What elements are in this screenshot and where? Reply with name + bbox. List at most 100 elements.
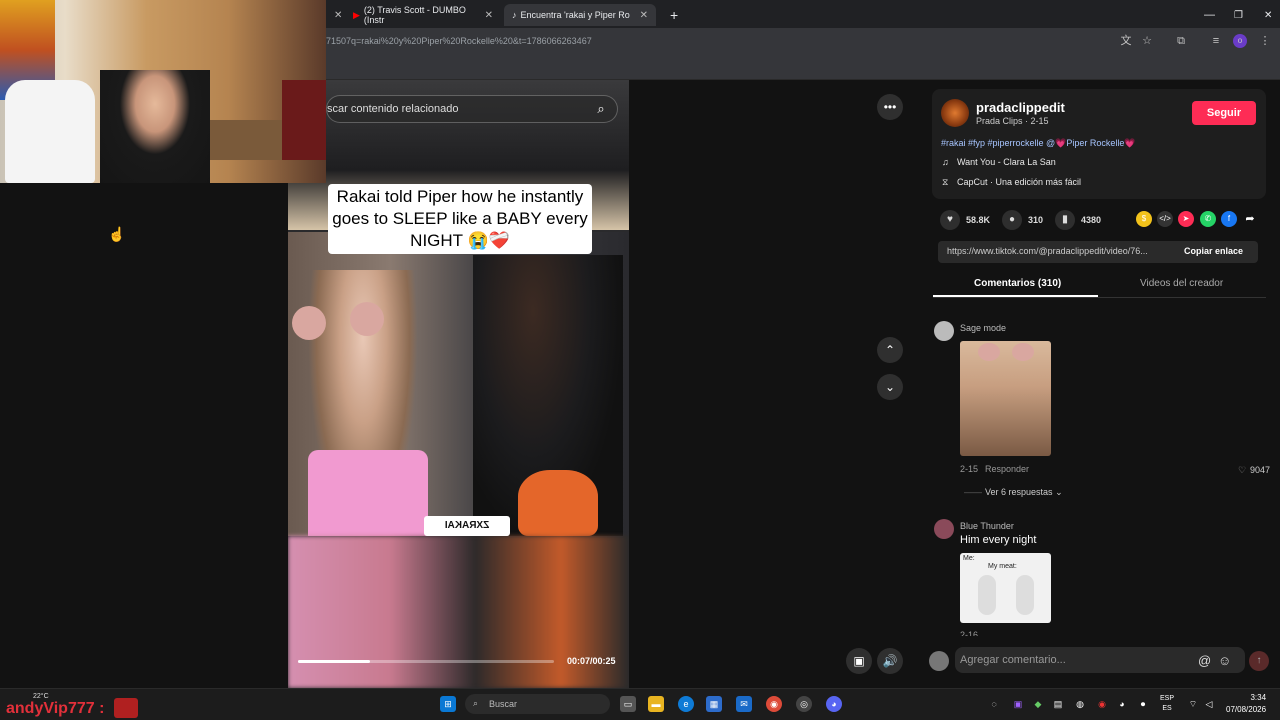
minimize-icon[interactable]: — [1196, 4, 1223, 26]
tab-youtube[interactable]: ▶ (2) Travis Scott - DUMBO (Instr ✕ [345, 4, 501, 26]
ear-decoration [350, 302, 384, 336]
heart-icon[interactable]: ♡ [1238, 465, 1246, 476]
view-replies-button[interactable]: Ver 6 respuestas ⌄ [985, 487, 1063, 498]
send-icon[interactable]: ➤ [1178, 211, 1194, 227]
windows-start-icon[interactable]: ⊞ [440, 696, 456, 712]
url-field[interactable]: 71507q=rakai%20y%20Piper%20Rockelle%20&t… [326, 36, 592, 46]
bookmark-icon: ▮ [1055, 210, 1075, 230]
post-comment-button[interactable]: ↑ [1249, 651, 1269, 671]
language-indicator[interactable]: ESP ES [1160, 694, 1174, 714]
reply-button[interactable]: Responder [985, 464, 1029, 474]
translate-icon[interactable]: 文 [1119, 34, 1133, 48]
avatar[interactable] [934, 519, 954, 539]
view-replies-label: Ver 6 respuestas [985, 487, 1053, 497]
comment-stat[interactable]: ● 310 [1002, 210, 1043, 230]
creator-subtitle: Prada Clips · 2-15 [976, 116, 1049, 126]
comment-username[interactable]: Sage mode [960, 323, 1006, 333]
video-link[interactable]: https://www.tiktok.com/@pradaclippedit/v… [947, 246, 1148, 256]
discord-tray-icon[interactable]: ◕ [1114, 696, 1130, 712]
twitch-icon[interactable]: ▣ [1010, 696, 1026, 712]
webcam-overlay [0, 0, 326, 183]
previous-video-button[interactable]: ⌃ [877, 337, 903, 363]
divider: —— [964, 487, 982, 497]
follow-button[interactable]: Seguir [1192, 101, 1256, 125]
profile-avatar[interactable]: o [1233, 34, 1247, 48]
taskbar-search-label: Buscar [489, 699, 518, 709]
comment-date: 2-15 [960, 464, 979, 474]
media-icon[interactable]: ≡ [1209, 34, 1223, 48]
comment-image[interactable] [960, 341, 1051, 456]
music-icon: ♫ [942, 157, 949, 167]
tray-icon[interactable]: ◍ [1072, 696, 1088, 712]
hand-cursor-icon: ☝ [108, 226, 126, 242]
music-title[interactable]: Want You - Clara La San [957, 157, 1056, 167]
maximize-icon[interactable]: ❐ [1226, 4, 1251, 26]
tray-icon[interactable]: ▤ [1050, 696, 1066, 712]
heart-icon: ♥ [940, 210, 960, 230]
video-watermark: ZXRAKAI [424, 516, 510, 536]
edge-icon[interactable]: e [678, 696, 694, 712]
wifi-icon[interactable]: ⌔ [1185, 696, 1201, 712]
nvidia-icon[interactable]: ◆ [1030, 696, 1046, 712]
emoji-icon[interactable]: ☺ [1218, 653, 1231, 668]
creator-avatar[interactable] [941, 99, 969, 127]
whatsapp-icon[interactable]: ✆ [1200, 211, 1216, 227]
star-icon[interactable]: ☆ [1140, 34, 1154, 48]
comment-icon: ● [1002, 210, 1022, 230]
tab-comments[interactable]: Comentarios (310) [974, 278, 1061, 289]
facebook-icon[interactable]: f [1221, 211, 1237, 227]
like-stat[interactable]: ♥ 58.8K [940, 210, 990, 230]
meme-label: Me: [963, 555, 975, 562]
mail-icon[interactable]: ✉ [736, 696, 752, 712]
keyboard-code: ES [1162, 705, 1172, 712]
tab-creator-videos[interactable]: Videos del creador [1140, 278, 1223, 289]
share-icon[interactable]: ➦ [1242, 211, 1258, 227]
video-dress [308, 450, 428, 536]
obs-icon[interactable]: ◎ [796, 696, 812, 712]
close-icon[interactable]: ✕ [640, 10, 648, 21]
video-player[interactable] [288, 80, 629, 688]
search-icon[interactable]: ⌕ [590, 98, 612, 120]
task-view-icon[interactable]: ▭ [620, 696, 636, 712]
extensions-icon[interactable]: ⧉ [1174, 34, 1188, 48]
volume-button[interactable]: 🔊 [877, 648, 903, 674]
save-stat[interactable]: ▮ 4380 [1055, 210, 1101, 230]
menu-icon[interactable]: ⋮ [1258, 34, 1272, 48]
comment-count: 310 [1028, 215, 1044, 225]
tray-icon[interactable]: ◉ [1094, 696, 1110, 712]
webcam-speaker [282, 80, 326, 160]
microphone-icon[interactable]: ⏺ [1135, 696, 1151, 712]
video-hashtags[interactable]: #rakai #fyp #piperrockelle @💗Piper Rocke… [941, 138, 1136, 149]
comment-text: Him every night [960, 534, 1037, 546]
coin-icon[interactable]: $ [1136, 211, 1152, 227]
chrome-icon[interactable]: ◉ [766, 696, 782, 712]
taskbar-clock[interactable]: 3:34 07/08/2026 [1226, 692, 1266, 716]
copy-link-button[interactable]: Copiar enlace [1184, 246, 1243, 256]
embed-icon[interactable]: </> [1157, 211, 1173, 227]
comment-username[interactable]: Blue Thunder [960, 521, 1014, 531]
related-search-input[interactable]: scar contenido relacionado [326, 95, 618, 123]
weather[interactable]: 22°C [33, 693, 49, 700]
taskbar-search[interactable]: ⌕ Buscar [465, 694, 610, 714]
speaker-icon[interactable]: ◁ [1201, 696, 1217, 712]
tab-tiktok[interactable]: ♪ Encuentra 'rakai y Piper Ro ✕ [504, 4, 656, 26]
creator-name[interactable]: pradaclippedit [976, 100, 1065, 115]
mention-icon[interactable]: @ [1198, 653, 1211, 668]
miniplayer-button[interactable]: ▣ [846, 648, 872, 674]
file-explorer-icon[interactable]: ▬ [648, 696, 664, 712]
avatar[interactable] [934, 321, 954, 341]
window-close-icon[interactable]: ✕ [1256, 4, 1280, 26]
close-icon[interactable]: ✕ [485, 10, 493, 21]
tab-close-icon[interactable]: ✕ [326, 4, 342, 26]
tray-icon[interactable]: ◌ [986, 696, 1002, 712]
discord-icon[interactable]: ◕ [826, 696, 842, 712]
comment-image[interactable]: Me: My meat: [960, 553, 1051, 623]
more-options-button[interactable]: ••• [877, 94, 903, 120]
next-video-button[interactable]: ⌄ [877, 374, 903, 400]
new-tab-button[interactable]: + [662, 4, 682, 26]
capcut-icon: ⧖ [942, 177, 949, 187]
store-icon[interactable]: ▦ [706, 696, 722, 712]
like-count: 58.8K [966, 215, 991, 225]
capcut-link[interactable]: CapCut · Una edición más fácil [957, 177, 1081, 187]
language-code: ESP [1160, 695, 1175, 702]
